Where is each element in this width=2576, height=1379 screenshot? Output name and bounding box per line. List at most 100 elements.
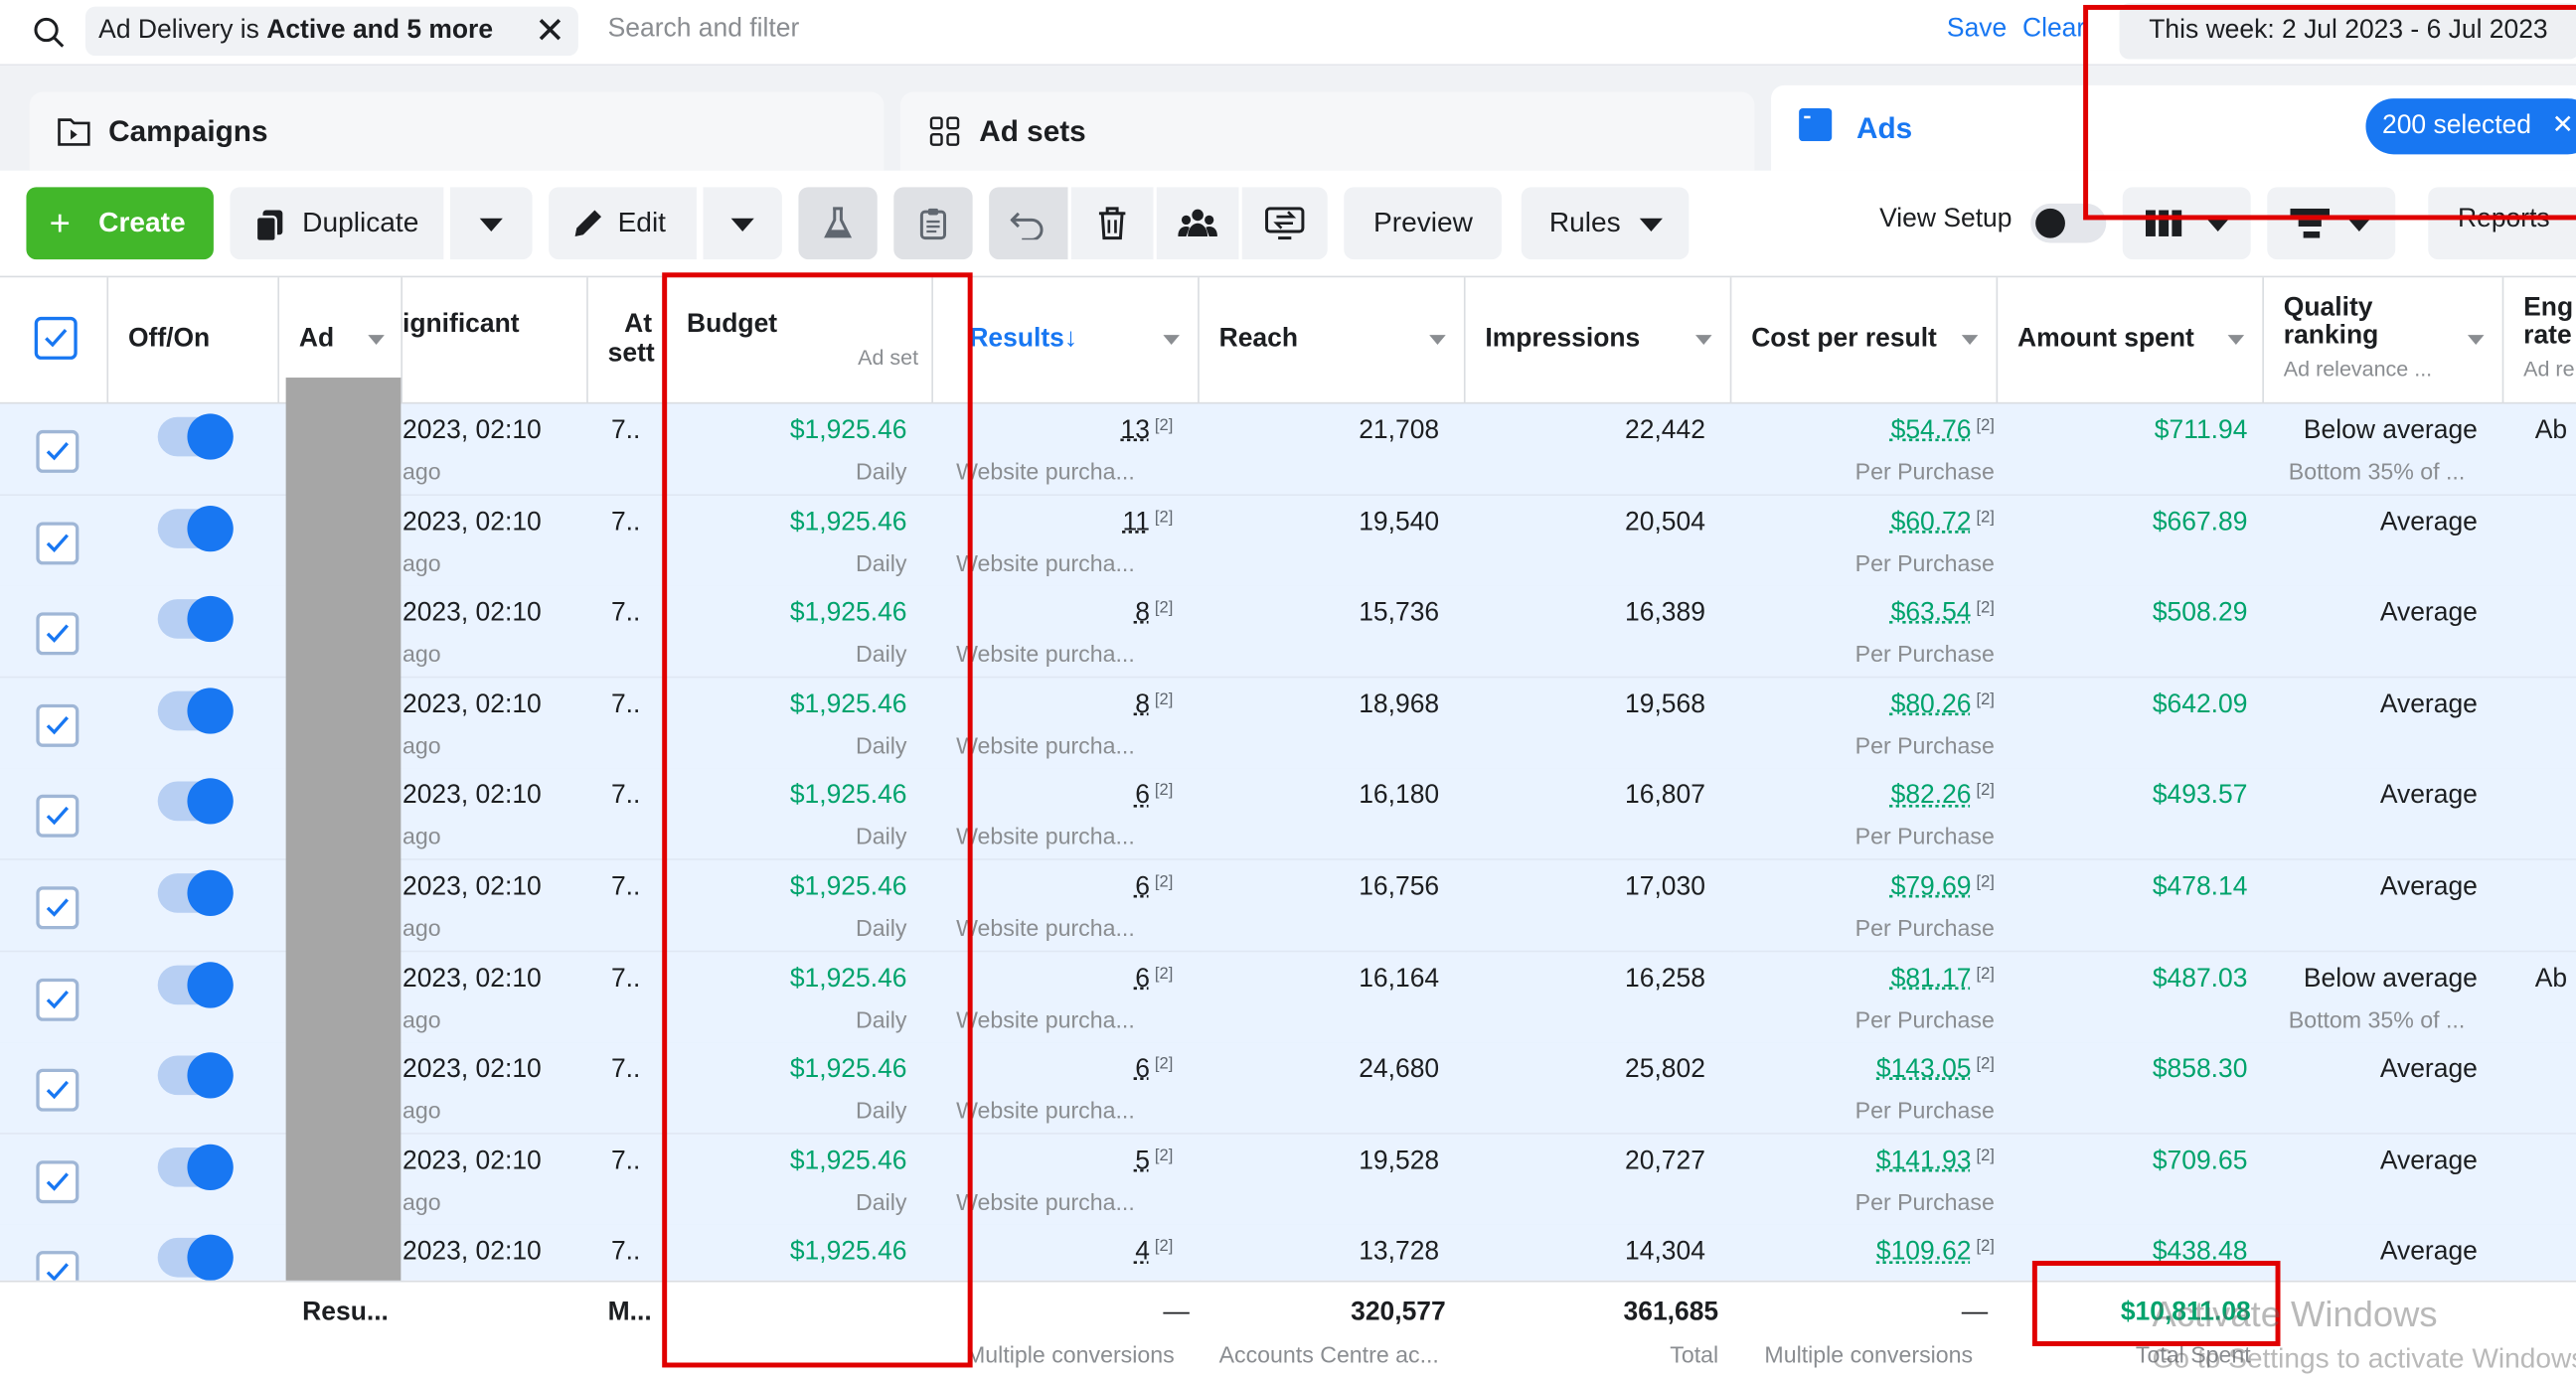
column-impressions[interactable]: Impressions <box>1466 277 1732 404</box>
footnote-marker: [2] <box>1154 416 1174 435</box>
row-checkbox[interactable] <box>36 612 80 656</box>
ad-toggle[interactable] <box>157 961 234 1007</box>
ad-toggle[interactable] <box>157 596 234 643</box>
ad-icon <box>1799 108 1833 142</box>
close-icon[interactable]: ✕ <box>535 7 564 57</box>
swap-icon <box>1265 207 1305 240</box>
edit-menu-button[interactable] <box>703 187 782 260</box>
sort-dropdown-icon[interactable] <box>2467 335 2485 346</box>
column-quality-ranking[interactable]: Quality ranking Ad relevance ... <box>2264 277 2504 404</box>
reach-value: 16,164 <box>1359 964 1440 994</box>
results-value[interactable]: 6 [2] <box>1135 873 1173 903</box>
ab-test-button[interactable] <box>798 187 878 260</box>
cost-per-result-value: $81.17 <box>1890 964 1972 994</box>
sort-dropdown-icon[interactable] <box>1961 335 1979 346</box>
cost-per-result-value: $80.26 <box>1890 690 1972 719</box>
save-filter-link[interactable]: Save <box>1947 15 2007 45</box>
column-off-on[interactable]: Off/On <box>108 277 280 404</box>
create-button[interactable]: + Create <box>26 187 214 260</box>
paste-button[interactable] <box>893 187 973 260</box>
ad-toggle[interactable] <box>157 413 234 460</box>
cost-per-result[interactable]: $143.05 [2] <box>1876 1056 1995 1086</box>
cost-per-result[interactable]: $80.26 [2] <box>1891 690 1995 720</box>
sort-dropdown-icon[interactable] <box>2227 335 2245 346</box>
ad-toggle[interactable] <box>157 505 234 551</box>
footnote-marker: [2] <box>1154 873 1174 892</box>
cost-per-result[interactable]: $109.62 [2] <box>1876 1239 1995 1269</box>
amount-spent: $667.89 <box>2152 508 2248 536</box>
column-reach[interactable]: Reach <box>1200 277 1466 404</box>
results-value[interactable]: 5 [2] <box>1135 1148 1173 1177</box>
ad-toggle[interactable] <box>157 1235 234 1281</box>
ad-toggle[interactable] <box>157 1144 234 1190</box>
results-value[interactable]: 8 [2] <box>1135 599 1173 629</box>
column-engagement-rate[interactable]: Eng rate Ad re <box>2503 277 2576 403</box>
delete-button[interactable] <box>1070 187 1154 260</box>
cost-per-result[interactable]: $63.54 [2] <box>1891 599 1995 629</box>
edit-button[interactable]: Edit <box>549 187 697 260</box>
row-checkbox[interactable] <box>36 521 80 564</box>
results-value[interactable]: 6 [2] <box>1135 1056 1173 1086</box>
ad-toggle[interactable] <box>157 1052 234 1099</box>
audience-button[interactable] <box>1156 187 1239 260</box>
cost-per-result[interactable]: $79.69 [2] <box>1891 873 1995 903</box>
preview-button[interactable]: Preview <box>1344 187 1502 260</box>
row-checkbox[interactable] <box>36 703 80 747</box>
row-checkbox[interactable] <box>36 978 80 1021</box>
attribution-setting: 7.. <box>610 599 641 628</box>
column-amount-spent[interactable]: Amount spent <box>1998 277 2264 404</box>
sort-dropdown-icon[interactable] <box>1694 335 1712 346</box>
results-value[interactable]: 8 [2] <box>1135 690 1173 720</box>
cost-per-result[interactable]: $141.93 [2] <box>1876 1148 1995 1177</box>
row-checkbox[interactable] <box>36 795 80 839</box>
tab-campaigns[interactable]: Campaigns <box>29 91 885 171</box>
tab-ad-sets[interactable]: Ad sets <box>899 91 1755 171</box>
last-edit-date: 2023, 02:10 <box>402 416 542 445</box>
ad-toggle[interactable] <box>157 688 234 734</box>
row-checkbox[interactable] <box>36 1069 80 1112</box>
sort-dropdown-icon[interactable] <box>368 335 385 346</box>
results-value[interactable]: 4 [2] <box>1135 1239 1173 1269</box>
row-checkbox[interactable] <box>36 886 80 930</box>
duplicate-button[interactable]: Duplicate <box>230 187 444 260</box>
clear-filter-link[interactable]: Clear <box>2022 15 2085 45</box>
last-edit-relative: ago <box>402 458 441 485</box>
duplicate-menu-button[interactable] <box>449 187 533 260</box>
swap-button[interactable] <box>1241 187 1328 260</box>
undo-button[interactable] <box>989 187 1068 260</box>
row-checkbox[interactable] <box>36 1251 80 1281</box>
ad-toggle[interactable] <box>157 778 234 826</box>
column-cost-per-result[interactable]: Cost per result <box>1731 277 1999 404</box>
filter-chip[interactable]: Ad Delivery is Active and 5 more ✕ <box>84 6 578 57</box>
results-value[interactable]: 6 [2] <box>1135 782 1173 812</box>
results-value[interactable]: 6 [2] <box>1135 965 1173 995</box>
sort-dropdown-icon[interactable] <box>1429 335 1446 346</box>
toggle-knob <box>187 413 234 460</box>
cost-per-result[interactable]: $60.72 [2] <box>1891 509 1995 538</box>
quality-ranking: Average <box>2379 508 2478 536</box>
chevron-down-icon <box>1639 218 1663 231</box>
cost-per-result[interactable]: $81.17 [2] <box>1891 965 1995 995</box>
row-checkbox[interactable] <box>36 429 80 473</box>
column-last-significant-edit[interactable]: ignificant <box>402 277 588 404</box>
cost-per-result[interactable]: $54.76 [2] <box>1891 417 1995 447</box>
search-input[interactable]: Search and filter <box>608 15 800 45</box>
activate-windows-watermark: Activate Windows <box>2152 1294 2438 1335</box>
row-checkbox[interactable] <box>36 1159 80 1203</box>
filter-chip-value: Active and 5 more <box>266 16 494 45</box>
folder-icon <box>58 118 90 146</box>
sort-dropdown-icon[interactable] <box>1163 335 1180 346</box>
results-value[interactable]: 11 [2] <box>1123 509 1174 538</box>
results-value[interactable]: 13 [2] <box>1121 417 1174 447</box>
column-attribution-setting[interactable]: At sett <box>588 277 664 404</box>
footnote-marker: [2] <box>1154 508 1174 527</box>
cost-per-result[interactable]: $82.26 [2] <box>1891 782 1995 812</box>
rules-button[interactable]: Rules <box>1521 187 1690 260</box>
check-icon <box>46 1081 70 1100</box>
impressions-value: 16,389 <box>1625 599 1705 628</box>
select-all-checkbox[interactable] <box>34 316 78 360</box>
ad-toggle[interactable] <box>157 869 234 917</box>
search-icon[interactable] <box>30 15 70 51</box>
column-results[interactable]: Results↓ <box>933 277 1200 404</box>
engagement-ranking: Ab <box>2534 416 2568 445</box>
